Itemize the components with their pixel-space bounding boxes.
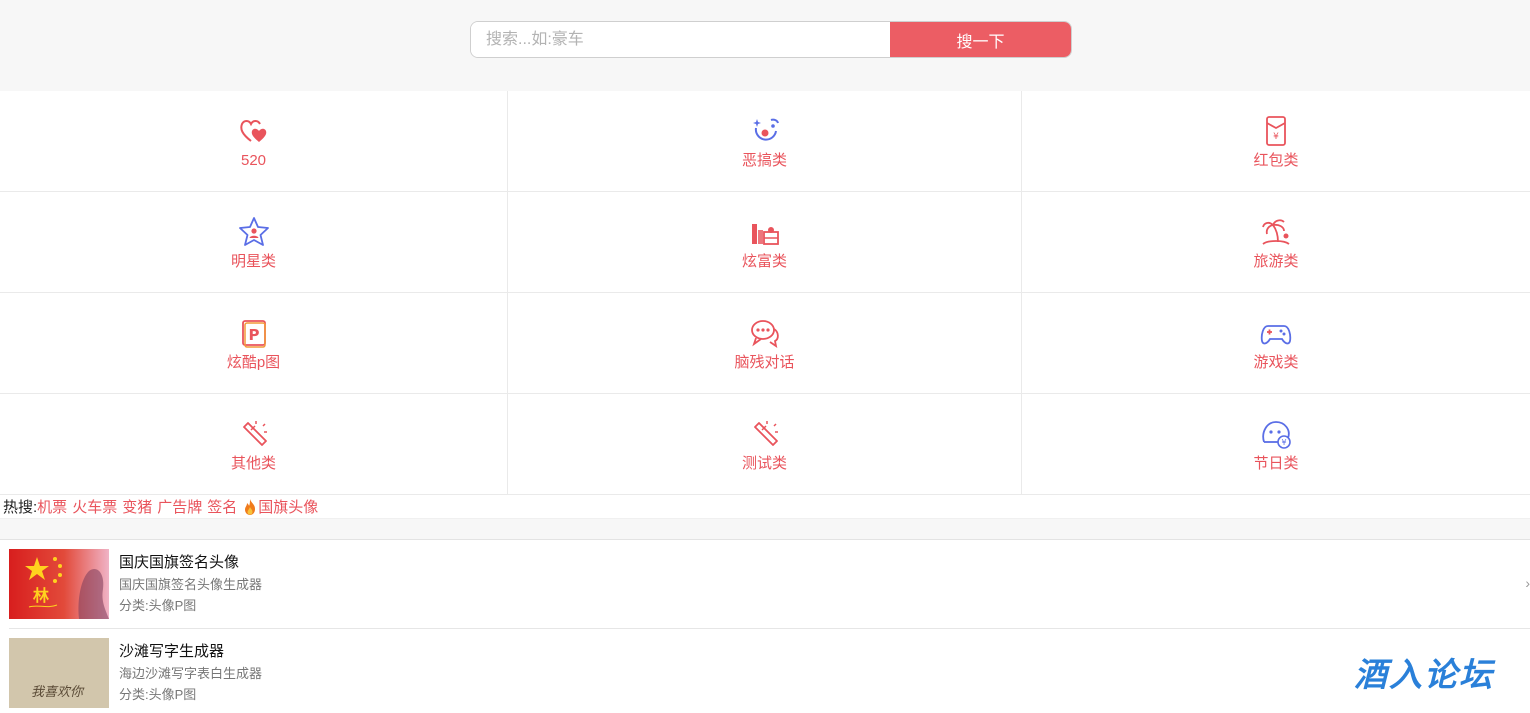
list-item-category: 分类:头像P图 (119, 687, 197, 702)
chevron-right-icon: › (1525, 575, 1530, 591)
hot-link-flight[interactable]: 机票 (37, 496, 67, 517)
list-item[interactable]: 林 国庆国旗签名头像 国庆国旗签名头像生成器 分类:头像P图 › (9, 540, 1530, 629)
svg-text:P: P (248, 326, 259, 344)
category-label: 炫富类 (741, 253, 787, 270)
category-cool-p[interactable]: P 炫酷p图 (0, 293, 508, 394)
gamepad-icon (1260, 325, 1292, 345)
category-label: 520 (240, 152, 267, 169)
hot-link-signature[interactable]: 签名 (207, 496, 237, 517)
svg-text:¥: ¥ (1281, 438, 1286, 447)
category-games[interactable]: 游戏类 (1022, 293, 1530, 394)
hot-search-title: 热搜: (3, 499, 38, 516)
category-red-envelope[interactable]: ¥ 红包类 (1022, 91, 1530, 192)
list-item-title: 国庆国旗签名头像 (119, 554, 240, 571)
p-badge-icon: P (241, 320, 266, 348)
category-show-off[interactable]: 炫富类 (508, 192, 1022, 293)
search-bar: 搜一下 (0, 0, 1530, 91)
category-label: 明星类 (230, 253, 276, 270)
svg-text:我喜欢你: 我喜欢你 (31, 685, 85, 700)
beach-palm-icon (1262, 219, 1290, 245)
category-label: 其他类 (230, 455, 276, 472)
category-other[interactable]: 其他类 (0, 394, 508, 495)
list-item[interactable]: 我喜欢你 沙滩写字生成器 海边沙滩写字表白生成器 分类:头像P图 (9, 629, 1530, 713)
clown-face-icon (752, 118, 779, 141)
category-label: 红包类 (1253, 152, 1299, 169)
category-test[interactable]: 测试类 (508, 394, 1022, 495)
hot-link-pig[interactable]: 变猪 (122, 496, 152, 517)
magic-wand-icon (242, 421, 267, 446)
template-list: 林 国庆国旗签名头像 国庆国旗签名头像生成器 分类:头像P图 › 我喜欢你 沙滩… (0, 540, 1530, 713)
list-item-info: 国庆国旗签名头像 国庆国旗签名头像生成器 分类:头像P图 (119, 552, 262, 616)
svg-text:¥: ¥ (1273, 132, 1279, 142)
fire-icon (245, 498, 256, 515)
category-label: 测试类 (741, 455, 787, 472)
hot-link-train[interactable]: 火车票 (72, 496, 117, 517)
list-item-category: 分类:头像P图 (119, 598, 197, 613)
chat-bubbles-icon (750, 320, 779, 348)
category-brainless-chat[interactable]: 脑残对话 (508, 293, 1022, 394)
hot-link-flag-avatar[interactable]: 国旗头像 (258, 496, 318, 517)
category-label: 脑残对话 (734, 354, 795, 371)
thumbnail-beach-writing: 我喜欢你 (9, 638, 109, 708)
category-label: 节日类 (1253, 455, 1299, 472)
category-label: 恶搞类 (741, 152, 787, 169)
hot-search-bar: 热搜: 机票 火车票 变猪 广告牌 签名 国旗头像 (0, 495, 1530, 519)
watermark-logo: 酒入论坛 (1354, 655, 1494, 694)
category-label: 炫酷p图 (226, 354, 281, 371)
magic-wand-icon (753, 421, 778, 446)
category-grid: 520 恶搞类 ¥ 红包类 明星类 炫富类 旅游类 P 炫酷p图 脑残对话 游戏… (0, 91, 1530, 495)
red-envelope-icon: ¥ (1266, 116, 1286, 146)
search-button[interactable]: 搜一下 (890, 22, 1071, 57)
category-celebrity[interactable]: 明星类 (0, 192, 508, 293)
thumbnail-flag-avatar: 林 (9, 549, 109, 619)
section-divider (0, 519, 1530, 540)
search-input[interactable] (471, 22, 890, 57)
hot-link-billboard[interactable]: 广告牌 (157, 496, 202, 517)
money-stack-icon (751, 224, 779, 245)
star-person-icon (238, 217, 269, 246)
search-box: 搜一下 (470, 21, 1072, 58)
list-item-desc: 国庆国旗签名头像生成器 (119, 577, 263, 592)
list-item-info: 沙滩写字生成器 海边沙滩写字表白生成器 分类:头像P图 (119, 641, 262, 705)
category-travel[interactable]: 旅游类 (1022, 192, 1530, 293)
holiday-face-icon: ¥ (1262, 421, 1291, 449)
category-520[interactable]: 520 (0, 91, 508, 192)
category-holiday[interactable]: ¥ 节日类 (1022, 394, 1530, 495)
list-item-desc: 海边沙滩写字表白生成器 (119, 666, 263, 681)
category-prank[interactable]: 恶搞类 (508, 91, 1022, 192)
svg-text:林: 林 (33, 586, 49, 605)
category-label: 游戏类 (1253, 354, 1299, 371)
list-item-title: 沙滩写字生成器 (119, 643, 225, 660)
category-label: 旅游类 (1253, 253, 1299, 270)
hearts-icon (239, 120, 266, 142)
